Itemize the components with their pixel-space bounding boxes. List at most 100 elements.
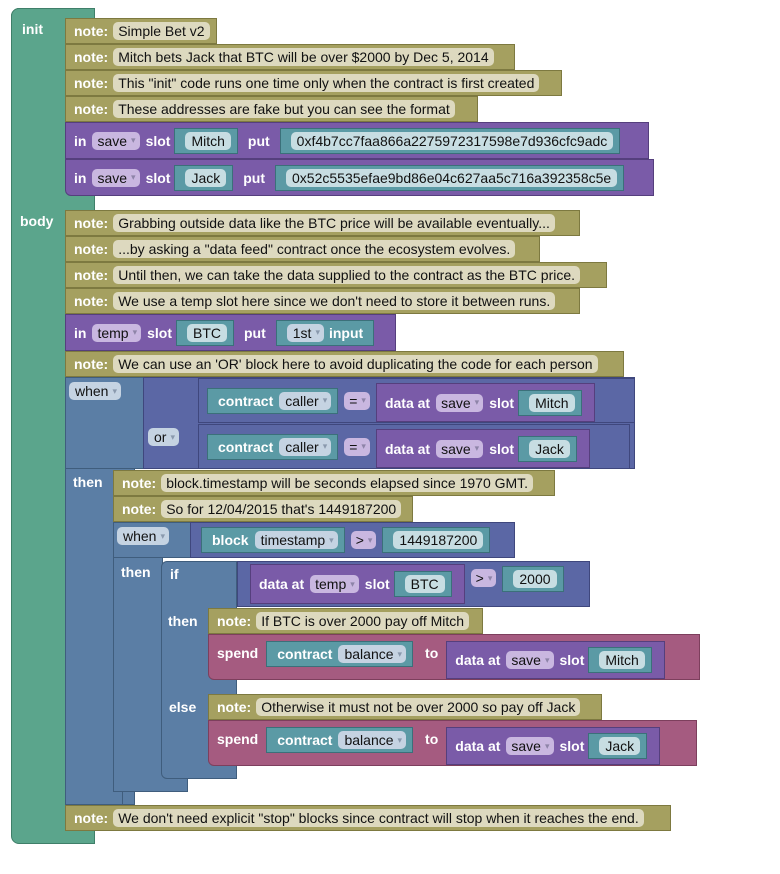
address-value-field[interactable]: 0x52c5535efae9bd86e04c627aa5c716a392358c… bbox=[286, 168, 618, 187]
note-block[interactable]: note: This "init" code runs one time onl… bbox=[65, 70, 562, 96]
note-text[interactable]: block.timestamp will be seconds elapsed … bbox=[161, 474, 534, 492]
put-keyword: put bbox=[243, 169, 266, 186]
in-keyword: in bbox=[74, 169, 87, 186]
property-dropdown[interactable]: timestamp ▾ bbox=[254, 531, 338, 549]
operator-dropdown[interactable]: = ▾ bbox=[344, 391, 370, 410]
note-block[interactable]: note: So for 12/04/2015 that's 144918720… bbox=[113, 496, 413, 522]
operator-dropdown[interactable]: > ▾ bbox=[470, 569, 497, 587]
data-at-block[interactable]: data at save ▾ slot Jack bbox=[446, 727, 661, 765]
note-block[interactable]: note: Grabbing outside data like the BTC… bbox=[65, 210, 580, 236]
note-block[interactable]: note: We use a temp slot here since we d… bbox=[65, 288, 580, 314]
note-text[interactable]: Simple Bet v2 bbox=[113, 22, 210, 40]
store-dropdown[interactable]: save ▾ bbox=[506, 651, 554, 669]
store-dropdown[interactable]: save ▾ bbox=[92, 168, 140, 187]
slot-name-block[interactable]: BTC bbox=[176, 319, 234, 346]
value-block[interactable]: 0xf4b7cc7faa866a2275972317598e7d936cfc9a… bbox=[279, 127, 621, 154]
operator-dropdown[interactable]: = ▾ bbox=[344, 437, 370, 456]
number-field[interactable]: 2000 bbox=[513, 570, 557, 588]
note-text[interactable]: We don't need explicit "stop" blocks sin… bbox=[113, 809, 644, 827]
note-block[interactable]: note: These addresses are fake but you c… bbox=[65, 96, 478, 122]
number-field[interactable]: 1449187200 bbox=[393, 531, 484, 549]
operator-dropdown[interactable]: > ▾ bbox=[350, 531, 377, 549]
compare-block[interactable]: data at temp ▾ slot BTC > ▾ 2000 bbox=[237, 561, 590, 607]
note-text[interactable]: If BTC is over 2000 pay off Mitch bbox=[256, 612, 470, 630]
store-dropdown[interactable]: temp ▾ bbox=[310, 575, 359, 593]
note-block[interactable]: note: block.timestamp will be seconds el… bbox=[113, 470, 555, 496]
when-dropdown[interactable]: when ▾ bbox=[117, 527, 169, 545]
store-block[interactable]: in save ▾ slot Mitch put 0xf4b7cc7faa866a… bbox=[65, 122, 649, 159]
property-dropdown[interactable]: caller ▾ bbox=[279, 391, 332, 410]
note-text[interactable]: ...by asking a "data feed" contract once… bbox=[113, 240, 516, 258]
number-block[interactable]: 1449187200 bbox=[382, 527, 491, 553]
chevron-down-icon: ▾ bbox=[544, 740, 550, 751]
note-keyword: note: bbox=[74, 23, 109, 39]
note-text[interactable]: Mitch bets Jack that BTC will be over $2… bbox=[113, 48, 494, 66]
store-dropdown[interactable]: temp ▾ bbox=[92, 323, 142, 342]
contract-property-block[interactable]: contract balance ▾ bbox=[266, 727, 414, 753]
slot-name-field[interactable]: BTC bbox=[404, 575, 445, 593]
note-block[interactable]: note: Until then, we can take the data s… bbox=[65, 262, 607, 288]
contract-property-block[interactable]: contract balance ▾ bbox=[266, 641, 414, 667]
slot-name-block[interactable]: BTC bbox=[393, 571, 452, 597]
contract-property-block[interactable]: contract caller ▾ bbox=[207, 433, 339, 460]
slot-name-block[interactable]: Jack bbox=[518, 435, 577, 462]
note-block[interactable]: note: Mitch bets Jack that BTC will be o… bbox=[65, 44, 515, 70]
input-block[interactable]: 1st ▾ input bbox=[275, 319, 375, 346]
note-block[interactable]: note: We don't need explicit "stop" bloc… bbox=[65, 805, 671, 831]
equals-block[interactable]: contract caller ▾ = ▾ data at save ▾ slot J… bbox=[198, 424, 630, 469]
slot-name-block[interactable]: Mitch bbox=[518, 389, 582, 416]
store-dropdown[interactable]: save ▾ bbox=[436, 393, 484, 412]
property-dropdown[interactable]: caller ▾ bbox=[279, 437, 332, 456]
data-at-block[interactable]: data at temp ▾ slot BTC bbox=[250, 564, 465, 604]
data-at-block[interactable]: data at save ▾ slot Jack bbox=[375, 429, 590, 468]
store-dropdown[interactable]: save ▾ bbox=[92, 131, 140, 150]
compare-block[interactable]: block timestamp ▾ > ▾ 1449187200 bbox=[190, 522, 515, 558]
when-dropdown[interactable]: when ▾ bbox=[69, 382, 121, 400]
slot-name-field[interactable]: Mitch bbox=[599, 651, 645, 669]
note-block[interactable]: note: If BTC is over 2000 pay off Mitch bbox=[208, 608, 483, 634]
slot-name-block[interactable]: Mitch bbox=[174, 127, 238, 154]
slot-name-field[interactable]: BTC bbox=[187, 323, 227, 342]
property-dropdown[interactable]: balance ▾ bbox=[338, 731, 407, 749]
note-block[interactable]: note: Otherwise it must not be over 2000… bbox=[208, 694, 602, 720]
store-dropdown[interactable]: save ▾ bbox=[506, 737, 554, 755]
slot-name-block[interactable]: Jack bbox=[174, 164, 234, 191]
slot-name-block[interactable]: Jack bbox=[588, 733, 648, 759]
property-dropdown[interactable]: balance ▾ bbox=[338, 645, 407, 663]
equals-block[interactable]: contract caller ▾ = ▾ data at save ▾ slot M… bbox=[198, 378, 635, 423]
slot-name-block[interactable]: Mitch bbox=[588, 647, 652, 673]
note-text[interactable]: Otherwise it must not be over 2000 so pa… bbox=[256, 698, 581, 716]
temp-store-block[interactable]: in temp ▾ slot BTC put 1st ▾ input bbox=[65, 314, 396, 351]
input-index-dropdown[interactable]: 1st ▾ bbox=[286, 323, 324, 342]
note-text[interactable]: We can use an 'OR' block here to avoid d… bbox=[113, 355, 598, 373]
slot-name-field[interactable]: Mitch bbox=[529, 393, 575, 412]
slot-name-field[interactable]: Jack bbox=[529, 439, 570, 458]
note-block[interactable]: note: Simple Bet v2 bbox=[65, 18, 217, 44]
note-text[interactable]: Until then, we can take the data supplie… bbox=[113, 266, 581, 284]
note-text[interactable]: So for 12/04/2015 that's 1449187200 bbox=[161, 500, 402, 518]
note-block[interactable]: note: We can use an 'OR' block here to a… bbox=[65, 351, 624, 377]
inner-when-block[interactable] bbox=[113, 522, 163, 792]
spend-block[interactable]: spend contract balance ▾ to data at save ▾… bbox=[208, 720, 697, 766]
block-property-block[interactable]: block timestamp ▾ bbox=[201, 527, 345, 553]
slot-keyword: slot bbox=[145, 132, 171, 149]
store-block[interactable]: in save ▾ slot Jack put 0x52c5535efae9bd8… bbox=[65, 159, 654, 196]
address-value-field[interactable]: 0xf4b7cc7faa866a2275972317598e7d936cfc9a… bbox=[290, 131, 614, 150]
note-text[interactable]: This "init" code runs one time only when… bbox=[113, 74, 540, 92]
spend-block[interactable]: spend contract balance ▾ to data at save ▾… bbox=[208, 634, 700, 680]
number-block[interactable]: 2000 bbox=[502, 566, 564, 592]
data-at-block[interactable]: data at save ▾ slot Mitch bbox=[446, 641, 665, 679]
note-text[interactable]: Grabbing outside data like the BTC price… bbox=[113, 214, 555, 232]
data-at-keyword: data at bbox=[455, 738, 501, 754]
data-at-block[interactable]: data at save ▾ slot Mitch bbox=[375, 383, 595, 422]
store-dropdown[interactable]: save ▾ bbox=[436, 439, 484, 458]
or-dropdown[interactable]: or ▾ bbox=[148, 428, 179, 446]
note-text[interactable]: We use a temp slot here since we don't n… bbox=[113, 292, 556, 310]
value-block[interactable]: 0x52c5535efae9bd86e04c627aa5c716a392358c… bbox=[275, 164, 625, 191]
slot-name-field[interactable]: Mitch bbox=[185, 131, 231, 150]
slot-name-field[interactable]: Jack bbox=[185, 168, 227, 187]
note-text[interactable]: These addresses are fake but you can see… bbox=[113, 100, 455, 118]
slot-name-field[interactable]: Jack bbox=[599, 737, 641, 755]
contract-property-block[interactable]: contract caller ▾ bbox=[207, 387, 339, 414]
note-block[interactable]: note: ...by asking a "data feed" contrac… bbox=[65, 236, 540, 262]
